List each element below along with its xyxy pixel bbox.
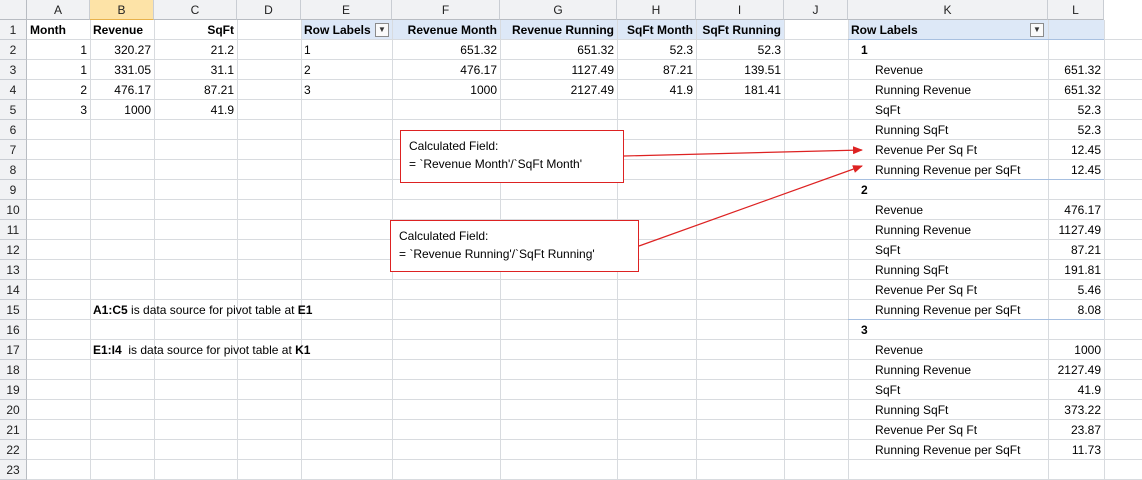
callout-arrows (623, 146, 863, 247)
arrow-to-revenue-per-sqft (623, 146, 863, 157)
arrow-to-running-revenue-per-sqft (638, 165, 863, 247)
